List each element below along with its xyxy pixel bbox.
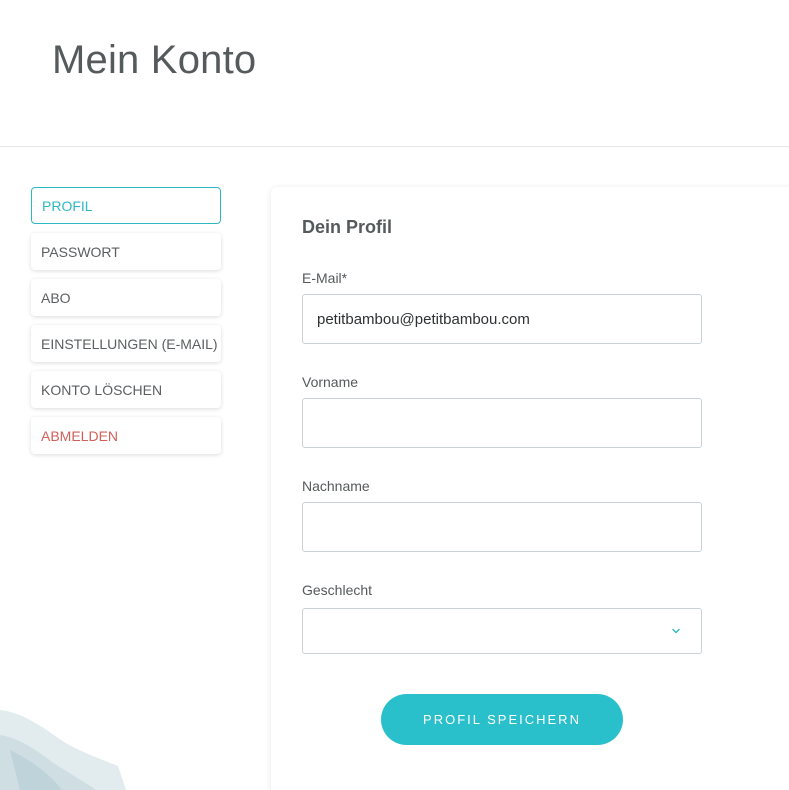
sidebar-item-passwort[interactable]: PASSWORT <box>31 233 221 270</box>
page-title: Mein Konto <box>52 38 257 82</box>
sidebar-item-label: KONTO LÖSCHEN <box>41 381 163 398</box>
sidebar-item-label: ABO <box>41 289 71 306</box>
gender-label: Geschlecht <box>302 582 373 598</box>
decorative-brush-stroke <box>0 710 126 790</box>
sidebar-item-abmelden[interactable]: ABMELDEN <box>31 417 221 454</box>
first-name-field[interactable] <box>302 398 702 448</box>
sidebar-item-abo[interactable]: ABO <box>31 279 221 316</box>
profile-title: Dein Profil <box>302 217 393 237</box>
page-header: Mein Konto <box>0 0 789 147</box>
sidebar-item-einstellungen[interactable]: EINSTELLUNGEN (E-MAIL) <box>31 325 221 362</box>
sidebar-item-label: ABMELDEN <box>41 427 119 444</box>
save-profile-button[interactable]: PROFIL SPEICHERN <box>381 694 623 745</box>
first-name-label: Vorname <box>302 374 359 390</box>
sidebar-item-profil[interactable]: PROFIL <box>31 187 221 224</box>
sidebar-item-label: PASSWORT <box>41 243 120 260</box>
gender-select[interactable] <box>302 608 702 654</box>
chevron-down-icon <box>672 628 680 634</box>
sidebar-item-label: EINSTELLUNGEN (E-MAIL) <box>41 335 218 352</box>
sidebar-item-label: PROFIL <box>42 197 93 214</box>
sidebar-item-konto-loeschen[interactable]: KONTO LÖSCHEN <box>31 371 221 408</box>
profile-card: Dein Profil E-Mail* Vorname Nachname Ges… <box>271 187 789 790</box>
email-field[interactable] <box>302 294 702 344</box>
last-name-label: Nachname <box>302 478 370 494</box>
last-name-field[interactable] <box>302 502 702 552</box>
account-sidebar: PROFIL PASSWORT ABO EINSTELLUNGEN (E-MAI… <box>31 187 221 463</box>
account-page: Mein Konto PROFIL PASSWORT ABO EINSTELLU… <box>0 0 789 790</box>
email-label: E-Mail* <box>302 270 348 286</box>
